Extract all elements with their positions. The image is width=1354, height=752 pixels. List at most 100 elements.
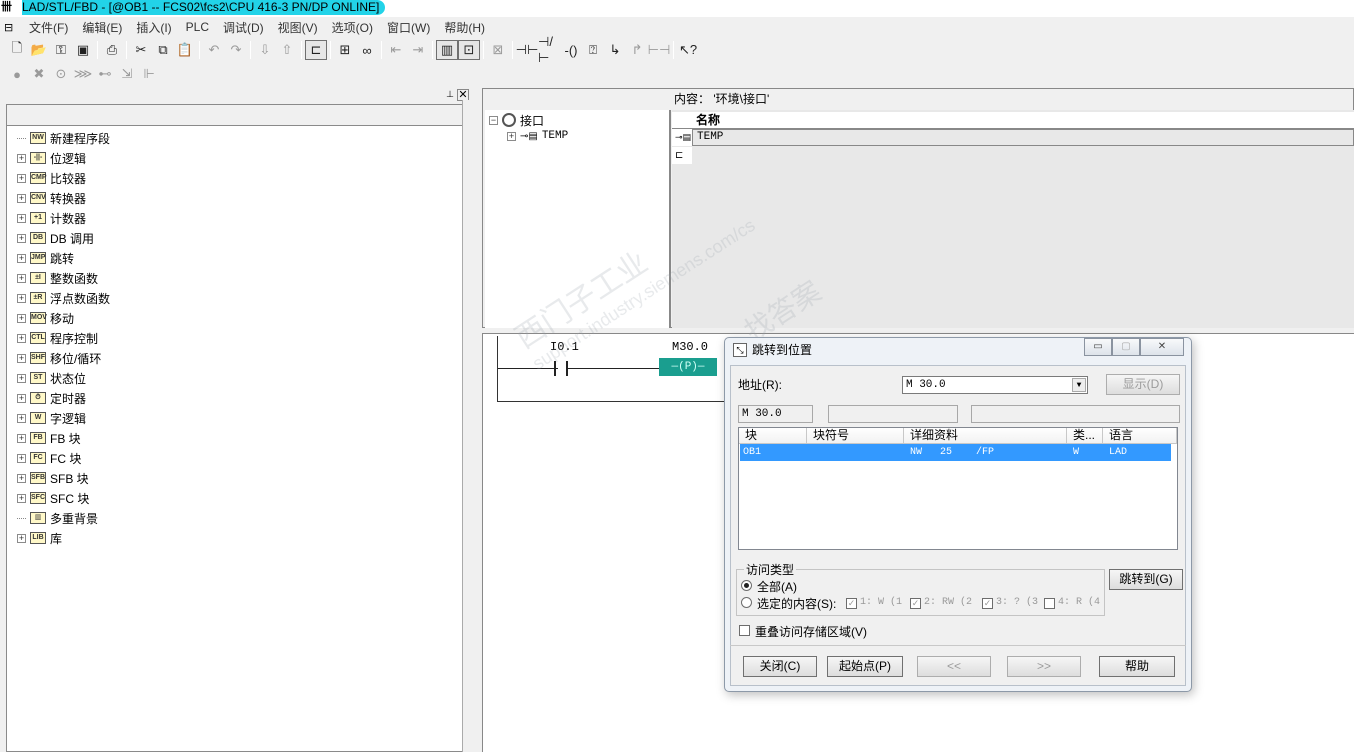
close-branch-icon[interactable]: ↱ — [626, 40, 648, 60]
col-details[interactable]: 详细资料 — [904, 428, 1067, 444]
expand-icon[interactable]: + — [17, 153, 26, 163]
expand-icon[interactable]: + — [17, 193, 26, 203]
overlap-label[interactable]: 重叠访问存储区域(V) — [755, 623, 867, 640]
expand-icon[interactable]: + — [17, 413, 26, 423]
breakpoint-icon[interactable]: ● — [6, 64, 28, 84]
previous-button[interactable]: << — [917, 656, 991, 677]
chevron-down-icon[interactable]: ▼ — [1072, 378, 1086, 392]
collapse-icon[interactable]: − — [489, 115, 498, 125]
expand-icon[interactable]: + — [17, 453, 26, 463]
empty-box-icon[interactable]: ⍰ — [582, 40, 604, 60]
col-language[interactable]: 语言 — [1103, 428, 1177, 444]
copy-icon[interactable]: ⧉ — [152, 40, 174, 60]
catalog-item[interactable]: + SFC SFC 块 — [17, 488, 89, 508]
col-block[interactable]: 块 — [739, 428, 807, 444]
expand-icon[interactable]: + — [17, 273, 26, 283]
previous-network-icon[interactable]: ⇤ — [385, 40, 407, 60]
new-network-icon[interactable]: ⊠ — [487, 40, 509, 60]
undo-icon[interactable]: ↶ — [203, 40, 225, 60]
menu-window[interactable]: 窗口(W) — [387, 19, 430, 36]
menu-file[interactable]: 文件(F) — [29, 19, 68, 36]
catalog-item[interactable]: + FC FC 块 — [17, 448, 81, 468]
expand-icon[interactable]: + — [17, 293, 26, 303]
cut-icon[interactable]: ✂ — [130, 40, 152, 60]
overview-icon[interactable]: ▥ — [436, 40, 458, 60]
contact-address[interactable]: I0.1 — [550, 340, 579, 354]
minimize-icon[interactable]: ▭ — [1084, 338, 1112, 356]
display-button[interactable]: 显示(D) — [1106, 374, 1180, 395]
catalog-item[interactable]: + SHF 移位/循环 — [17, 348, 101, 368]
print-icon[interactable]: ⎙ — [101, 40, 123, 60]
column-name-header[interactable]: 名称 — [696, 112, 720, 128]
menu-insert[interactable]: 插入(I) — [136, 19, 171, 36]
radio-all[interactable] — [741, 580, 752, 591]
interface-row[interactable]: TEMP — [692, 129, 1354, 146]
coil-icon[interactable]: -() — [560, 40, 582, 60]
catalog-item[interactable]: + MOV 移动 — [17, 308, 74, 328]
catalog-item[interactable]: + CMP 比较器 — [17, 168, 86, 188]
contact-symbol[interactable] — [554, 361, 568, 376]
expand-icon[interactable]: + — [17, 373, 26, 383]
open-branch-icon[interactable]: ↳ — [604, 40, 626, 60]
radio-all-label[interactable]: 全部(A) — [757, 578, 797, 595]
catalog-item[interactable]: + ⏱ 定时器 — [17, 388, 86, 408]
download-icon[interactable]: ⇩ — [254, 40, 276, 60]
catalog-item[interactable]: + JMP 跳转 — [17, 248, 74, 268]
delete-breakpoint-icon[interactable]: ✖ — [28, 64, 50, 84]
upload-icon[interactable]: ⇧ — [276, 40, 298, 60]
access-option-checkbox[interactable]: ✓ — [910, 598, 921, 609]
paste-icon[interactable]: 📋 — [174, 40, 196, 60]
maximize-icon[interactable]: ▢ — [1112, 338, 1140, 356]
menu-view[interactable]: 视图(V) — [278, 19, 318, 36]
expand-icon[interactable]: + — [17, 393, 26, 403]
expand-icon[interactable]: + — [17, 233, 26, 243]
help-button[interactable]: 帮助 — [1099, 656, 1175, 677]
catalog-item[interactable]: + CTL 程序控制 — [17, 328, 98, 348]
catalog-item[interactable]: + ±R 浮点数函数 — [17, 288, 110, 308]
next-statement-icon[interactable]: ⇲ — [116, 64, 138, 84]
next-button[interactable]: >> — [1007, 656, 1081, 677]
catalog-item[interactable]: + CNV 转换器 — [17, 188, 86, 208]
address-combobox[interactable]: M 30.0 ▼ — [902, 376, 1088, 394]
expand-icon[interactable]: + — [17, 213, 26, 223]
access-option-checkbox[interactable]: ✓ — [846, 598, 857, 609]
catalog-splitter[interactable] — [462, 100, 470, 752]
menu-help[interactable]: 帮助(H) — [444, 19, 485, 36]
new-icon[interactable]: 🗋 — [6, 40, 28, 60]
accessible-nodes-icon[interactable]: ⚿ — [50, 40, 72, 60]
catalog-item[interactable]: NW 新建程序段 — [17, 128, 110, 148]
monitor-icon[interactable]: ⊏ — [305, 40, 327, 60]
table-row[interactable]: OB1 NW 25 /FP W LAD — [740, 444, 1171, 461]
dialog-close-icon[interactable]: ✕ — [1140, 338, 1184, 356]
col-block-symbol[interactable]: 块符号 — [807, 428, 904, 444]
pin-icon[interactable]: ⊥ — [444, 89, 456, 101]
normally-closed-contact-icon[interactable]: ⊣/⊢ — [538, 34, 560, 65]
app-icon[interactable]: 卌 — [1, 0, 19, 15]
save-icon[interactable]: ▣ — [72, 40, 94, 60]
expand-icon[interactable]: + — [17, 333, 26, 343]
menu-debug[interactable]: 调试(D) — [223, 19, 264, 36]
goto-button[interactable]: 跳转到(G) — [1109, 569, 1183, 590]
expand-icon[interactable]: + — [17, 433, 26, 443]
coil-symbol[interactable]: —(P)— — [659, 358, 717, 376]
glasses-monitor-icon[interactable]: ∞ — [356, 40, 378, 60]
network-tree-icon[interactable]: ⊞ — [334, 40, 356, 60]
execute-call-icon[interactable]: ⊩ — [138, 64, 160, 84]
interface-temp-label[interactable]: TEMP — [542, 130, 568, 142]
context-help-icon[interactable]: ↖? — [677, 40, 699, 60]
expand-icon[interactable]: + — [17, 353, 26, 363]
coil-address[interactable]: M30.0 — [672, 340, 708, 354]
catalog-item[interactable]: + -||- 位逻辑 — [17, 148, 86, 168]
next-network-icon[interactable]: ⇥ — [407, 40, 429, 60]
menu-options[interactable]: 选项(O) — [332, 19, 373, 36]
new-row-icon[interactable]: ⊏ — [672, 147, 692, 164]
expand-icon[interactable]: + — [17, 493, 26, 503]
system-menu-icon[interactable]: ⊟ — [4, 21, 22, 34]
catalog-item[interactable]: + DB DB 调用 — [17, 228, 94, 248]
catalog-item[interactable]: ▥ 多重背景 — [17, 508, 98, 528]
open-icon[interactable]: 📂 — [28, 40, 50, 60]
expand-icon[interactable]: + — [17, 473, 26, 483]
overlap-checkbox[interactable] — [739, 625, 750, 636]
menu-edit[interactable]: 编辑(E) — [82, 19, 122, 36]
catalog-item[interactable]: + +1 计数器 — [17, 208, 86, 228]
